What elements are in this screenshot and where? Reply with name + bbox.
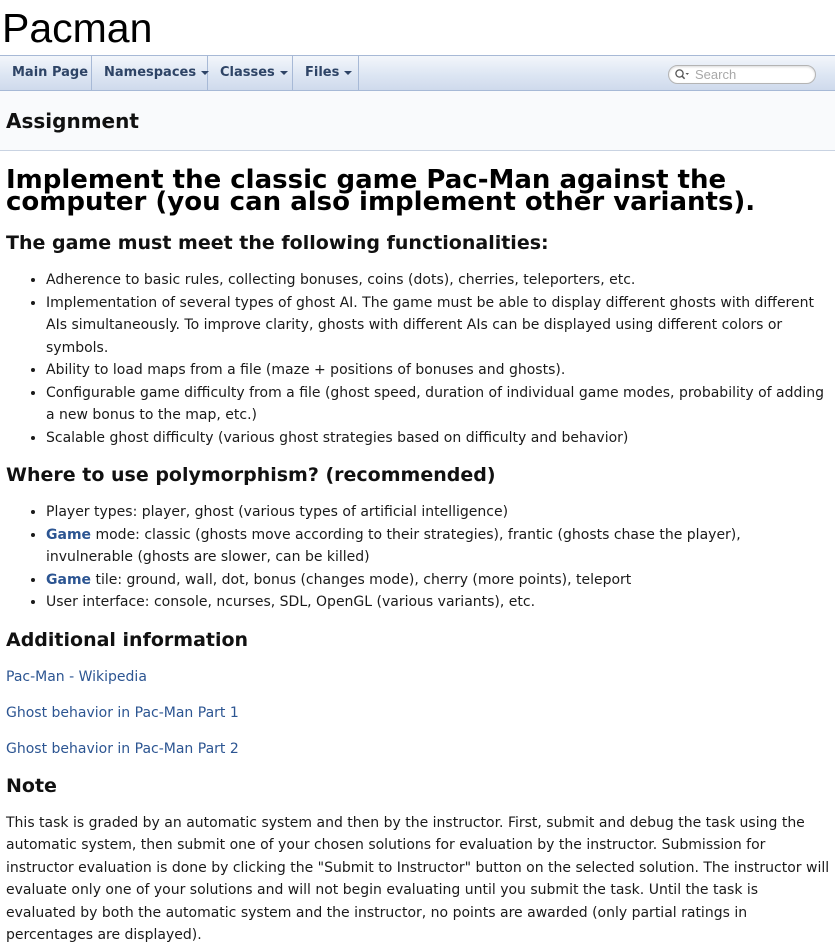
functionalities-list: Adherence to basic rules, collecting bon…: [6, 269, 830, 449]
chevron-down-icon: [279, 71, 288, 75]
main-content: Implement the classic game Pac-Man again…: [6, 166, 830, 947]
list-item: Implementation of several types of ghost…: [46, 292, 830, 360]
list-item-text: mode: classic (ghosts move according to …: [46, 526, 741, 566]
list-item: Game tile: ground, wall, dot, bonus (cha…: [46, 569, 830, 592]
link-paragraph: Pac-Man - Wikipedia: [6, 666, 830, 702]
nav-files[interactable]: Files: [293, 56, 359, 90]
search-input[interactable]: [695, 67, 807, 82]
additional-info-heading: Additional information: [6, 628, 249, 651]
link-paragraph: Ghost behavior in Pac-Man Part 2: [6, 738, 830, 774]
page-title: Pacman: [2, 5, 153, 51]
game-class-link[interactable]: Game: [46, 527, 91, 543]
nav-namespaces[interactable]: Namespaces: [92, 56, 210, 90]
top-navbar: Main Page Namespaces Classes Files: [0, 55, 835, 91]
list-item-text: tile: ground, wall, dot, bonus (changes …: [91, 571, 632, 588]
list-item: Game mode: classic (ghosts move accordin…: [46, 524, 830, 569]
main-heading: Implement the classic game Pac-Man again…: [6, 165, 756, 217]
nav-classes[interactable]: Classes: [208, 56, 293, 90]
link-ghost-behavior-part-2[interactable]: Ghost behavior in Pac-Man Part 2: [6, 741, 239, 757]
list-item: Configurable game difficulty from a file…: [46, 382, 830, 427]
list-item: Player types: player, ghost (various typ…: [46, 501, 830, 524]
game-class-link[interactable]: Game: [46, 572, 91, 588]
nav-main-page-label: Main Page: [12, 65, 89, 80]
link-pacman-wikipedia[interactable]: Pac-Man - Wikipedia: [6, 669, 147, 685]
link-ghost-behavior-part-1[interactable]: Ghost behavior in Pac-Man Part 1: [6, 705, 239, 721]
note-text: This task is graded by an automatic syst…: [6, 814, 830, 944]
chevron-down-icon: [344, 71, 353, 75]
nav-namespaces-label: Namespaces: [104, 65, 197, 80]
search-icon[interactable]: [674, 68, 690, 81]
nav-main-page[interactable]: Main Page: [0, 56, 92, 90]
nav-classes-label: Classes: [220, 65, 275, 80]
list-item: Ability to load maps from a file (maze +…: [46, 359, 830, 382]
list-item: Scalable ghost difficulty (various ghost…: [46, 427, 830, 450]
section-title: Assignment: [6, 109, 139, 133]
list-item: User interface: console, ncurses, SDL, O…: [46, 591, 830, 614]
list-item: Adherence to basic rules, collecting bon…: [46, 269, 830, 292]
link-paragraph: Ghost behavior in Pac-Man Part 1: [6, 702, 830, 738]
polymorphism-list: Player types: player, ghost (various typ…: [6, 501, 830, 614]
search-box[interactable]: [668, 65, 816, 84]
functionalities-heading: The game must meet the following functio…: [6, 232, 549, 254]
subheader: Assignment: [0, 91, 835, 151]
polymorphism-heading: Where to use polymorphism? (recommended): [6, 464, 496, 486]
note-heading: Note: [6, 774, 57, 797]
nav-files-label: Files: [305, 65, 340, 80]
